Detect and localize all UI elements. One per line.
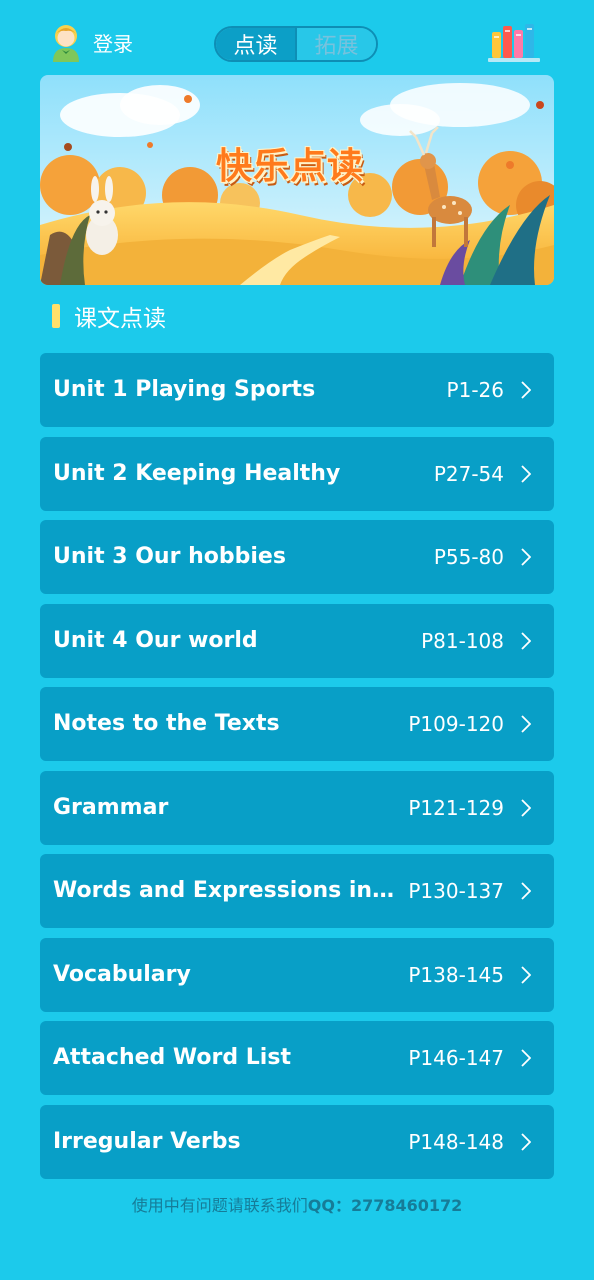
top-bar: 登录 点读 拓展 — [0, 0, 594, 75]
unit-pages: P138-145 — [408, 963, 504, 987]
unit-item-8[interactable]: Vocabulary P138-145 — [40, 938, 554, 1012]
chevron-right-icon — [521, 799, 531, 817]
section-accent-bar — [52, 304, 60, 328]
unit-pages: P27-54 — [433, 462, 504, 486]
tab-expand[interactable]: 拓展 — [295, 28, 376, 60]
banner-title: 快乐点读 — [216, 146, 365, 187]
unit-title: Grammar — [53, 795, 169, 820]
unit-title: Words and Expressions in ... — [53, 878, 398, 903]
chevron-right-icon — [521, 1049, 531, 1067]
login-link[interactable]: 登录 — [93, 31, 133, 57]
chevron-right-icon — [521, 1133, 531, 1151]
footer-qq[interactable]: QQ：2778460172 — [308, 1196, 463, 1215]
unit-title: Notes to the Texts — [53, 711, 280, 736]
unit-title: Unit 3 Our hobbies — [53, 544, 286, 569]
unit-pages: P130-137 — [408, 879, 504, 903]
chevron-right-icon — [521, 381, 531, 399]
unit-pages: P121-129 — [408, 796, 504, 820]
unit-pages: P146-147 — [408, 1046, 504, 1070]
unit-item-7[interactable]: Words and Expressions in ... P130-137 — [40, 854, 554, 928]
mode-tabs: 点读 拓展 — [214, 26, 378, 62]
section-title: 课文点读 — [74, 306, 166, 332]
unit-item-2[interactable]: Unit 2 Keeping Healthy P27-54 — [40, 437, 554, 511]
banner[interactable]: 快乐点读 — [40, 75, 554, 285]
unit-item-3[interactable]: Unit 3 Our hobbies P55-80 — [40, 520, 554, 594]
unit-item-6[interactable]: Grammar P121-129 — [40, 771, 554, 845]
contact-footer: 使用中有问题请联系我们QQ：2778460172 — [0, 1194, 594, 1218]
tab-read[interactable]: 点读 — [216, 28, 295, 60]
unit-title: Unit 4 Our world — [53, 628, 258, 653]
unit-item-5[interactable]: Notes to the Texts P109-120 — [40, 687, 554, 761]
bookshelf-icon[interactable] — [486, 20, 542, 64]
unit-title: Attached Word List — [53, 1045, 291, 1070]
chevron-right-icon — [521, 632, 531, 650]
chevron-right-icon — [521, 882, 531, 900]
unit-title: Unit 1 Playing Sports — [53, 377, 316, 402]
unit-title: Irregular Verbs — [53, 1129, 241, 1154]
unit-pages: P81-108 — [421, 629, 504, 653]
section-heading: 课文点读 — [52, 301, 166, 332]
unit-pages: P148-148 — [408, 1130, 504, 1154]
unit-item-1[interactable]: Unit 1 Playing Sports P1-26 — [40, 353, 554, 427]
chevron-right-icon — [521, 966, 531, 984]
user-avatar-icon[interactable] — [50, 24, 82, 62]
unit-pages: P109-120 — [408, 712, 504, 736]
unit-item-9[interactable]: Attached Word List P146-147 — [40, 1021, 554, 1095]
unit-title: Vocabulary — [53, 962, 191, 987]
unit-pages: P1-26 — [446, 378, 504, 402]
chevron-right-icon — [521, 715, 531, 733]
unit-title: Unit 2 Keeping Healthy — [53, 461, 341, 486]
unit-item-10[interactable]: Irregular Verbs P148-148 — [40, 1105, 554, 1179]
unit-item-4[interactable]: Unit 4 Our world P81-108 — [40, 604, 554, 678]
footer-text: 使用中有问题请联系我们 — [131, 1196, 308, 1215]
unit-pages: P55-80 — [433, 545, 504, 569]
chevron-right-icon — [521, 465, 531, 483]
chevron-right-icon — [521, 548, 531, 566]
